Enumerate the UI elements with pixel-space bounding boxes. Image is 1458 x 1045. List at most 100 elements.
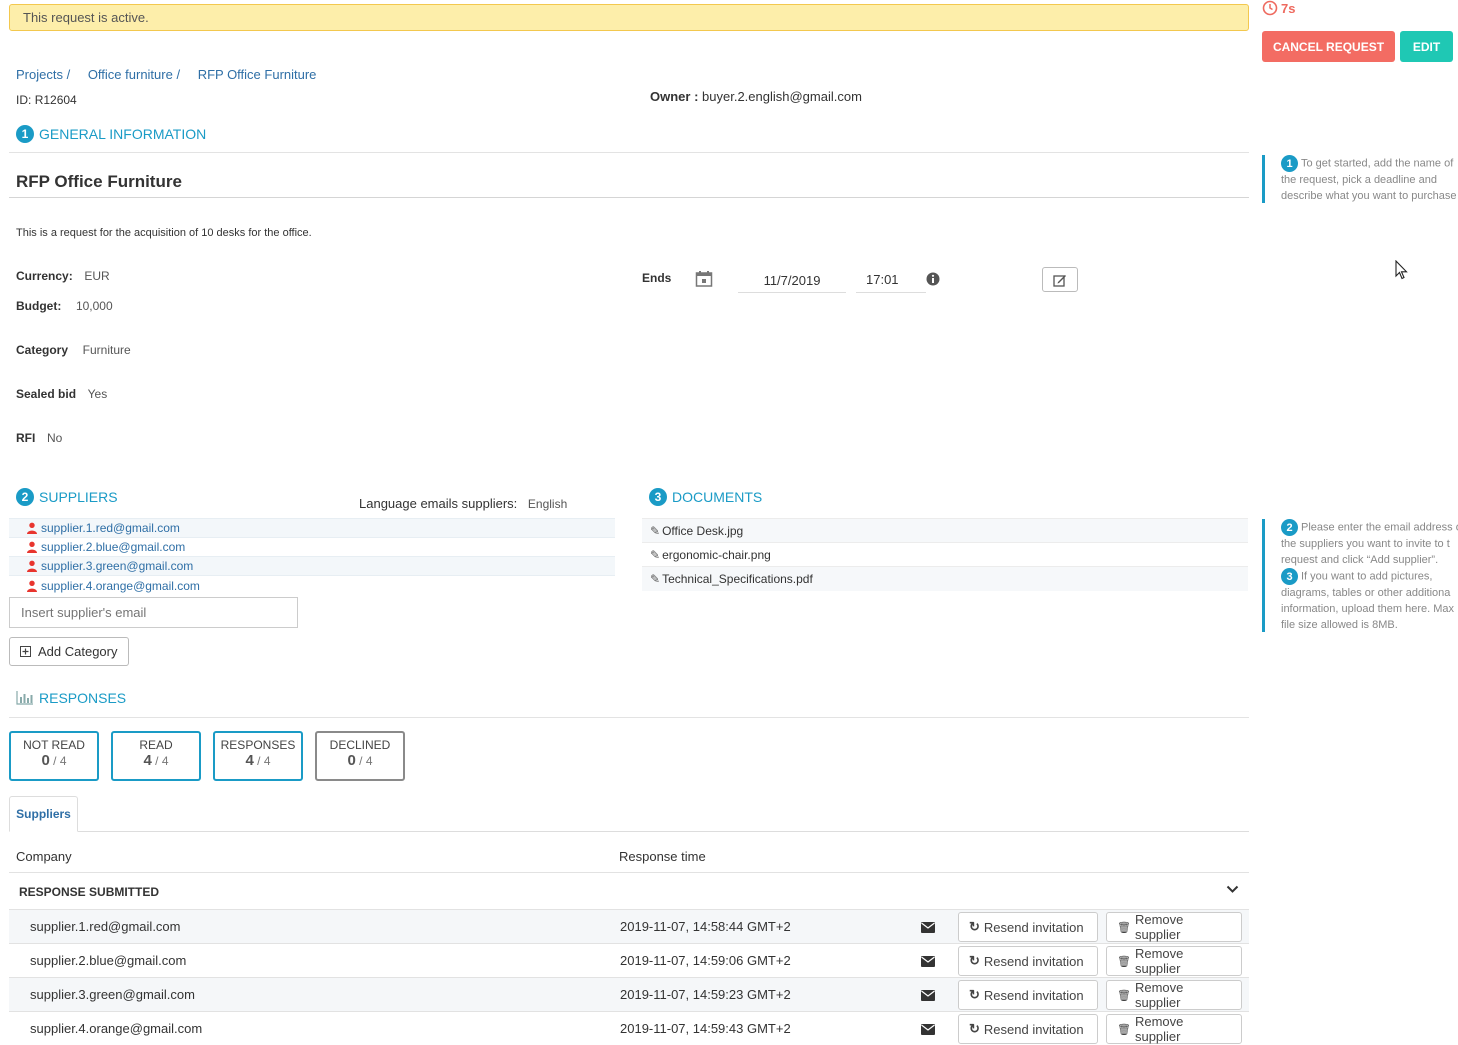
attachment-icon: ✎: [650, 572, 661, 586]
resend-label: Resend invitation: [983, 1021, 1084, 1037]
refresh-icon: ↻: [969, 919, 980, 934]
stat-value: 4: [143, 752, 152, 769]
resend-invitation-button[interactable]: ↻ Resend invitation: [958, 912, 1098, 942]
category-label: Category: [16, 343, 69, 357]
row-response-time: 2019-11-07, 14:59:43 GMT+2: [620, 1021, 791, 1036]
tip-text: To get started, add the name of: [1301, 157, 1454, 170]
supplier-list-item[interactable]: supplier.3.green@gmail.com: [9, 557, 615, 576]
trash-icon: 🗑: [1117, 955, 1131, 968]
info-icon[interactable]: [926, 272, 940, 289]
documents-heading: 3 DOCUMENTS: [649, 488, 762, 506]
document-name[interactable]: ergonomic-chair.png: [662, 548, 771, 562]
calendar-icon[interactable]: [695, 270, 713, 291]
envelope-icon[interactable]: [921, 922, 935, 933]
end-date-input[interactable]: [738, 268, 846, 293]
suppliers-heading-text: SUPPLIERS: [39, 489, 118, 505]
stat-value: 0: [347, 752, 356, 769]
remove-label: Remove supplier: [1134, 980, 1184, 1010]
end-time-input[interactable]: [856, 266, 926, 293]
document-name[interactable]: Office Desk.jpg: [662, 524, 743, 538]
envelope-icon[interactable]: [921, 956, 935, 967]
user-icon: [27, 580, 37, 592]
currency-row: Currency: EUR: [16, 268, 110, 283]
tip-text: If you want to add pictures,: [1301, 570, 1433, 583]
supplier-email[interactable]: supplier.3.green@gmail.com: [41, 559, 193, 573]
sealed-bid-value: Yes: [87, 387, 108, 401]
edit-icon: [1053, 274, 1066, 287]
breadcrumb-rfp[interactable]: RFP Office Furniture: [198, 67, 317, 82]
add-category-button[interactable]: Add Category: [9, 637, 129, 666]
ends-label: Ends: [642, 271, 672, 285]
email-language: Language emails suppliers: English: [359, 496, 567, 511]
edit-date-button[interactable]: [1042, 267, 1078, 292]
supplier-email[interactable]: supplier.1.red@gmail.com: [41, 521, 180, 535]
envelope-icon[interactable]: [921, 990, 935, 1001]
supplier-email[interactable]: supplier.4.orange@gmail.com: [41, 579, 200, 593]
currency-label: Currency:: [16, 269, 73, 283]
row-company: supplier.3.green@gmail.com: [30, 987, 195, 1002]
sealed-bid-label: Sealed bid: [16, 387, 77, 401]
attachment-icon: ✎: [650, 523, 661, 538]
envelope-icon[interactable]: [921, 1024, 935, 1035]
cancel-request-button[interactable]: CANCEL REQUEST: [1262, 31, 1395, 62]
breadcrumb-office-furniture[interactable]: Office furniture /: [88, 67, 180, 82]
tab-suppliers[interactable]: Suppliers: [9, 796, 78, 832]
trash-icon: 🗑: [1117, 1023, 1131, 1036]
breadcrumb-projects[interactable]: Projects /: [16, 67, 70, 82]
responses-heading-text: RESPONSES: [39, 690, 127, 706]
refresh-icon: ↻: [969, 1021, 980, 1036]
table-row: supplier.1.red@gmail.com 2019-11-07, 14:…: [9, 909, 1249, 943]
divider: [9, 197, 1249, 198]
stat-responses[interactable]: RESPONSES 4 / 4: [213, 731, 303, 781]
countdown-timer: 7s: [1262, 0, 1295, 16]
stat-declined[interactable]: DECLINED 0 / 4: [315, 731, 405, 781]
tip-text: file size allowed is 8MB.: [1281, 619, 1398, 631]
stat-read[interactable]: READ 4 / 4: [111, 731, 201, 781]
supplier-list-item[interactable]: supplier.2.blue@gmail.com: [9, 538, 615, 557]
remove-supplier-button[interactable]: 🗑 Remove supplier: [1106, 912, 1242, 942]
row-company: supplier.4.orange@gmail.com: [30, 1021, 203, 1036]
owner: Owner : buyer.2.english@gmail.com: [650, 89, 862, 104]
remove-supplier-button[interactable]: 🗑 Remove supplier: [1106, 1014, 1242, 1044]
table-row: supplier.4.orange@gmail.com 2019-11-07, …: [9, 1011, 1249, 1045]
remove-label: Remove supplier: [1134, 1014, 1184, 1044]
documents-heading-text: DOCUMENTS: [672, 489, 763, 505]
group-header[interactable]: RESPONSE SUBMITTED: [9, 872, 1249, 910]
supplier-email-input[interactable]: [9, 597, 298, 628]
remove-supplier-button[interactable]: 🗑 Remove supplier: [1106, 946, 1242, 976]
resend-invitation-button[interactable]: ↻ Resend invitation: [958, 946, 1098, 976]
tip-text: the suppliers you want to invite to t: [1281, 538, 1450, 550]
edit-button[interactable]: EDIT: [1400, 31, 1453, 62]
supplier-list-item[interactable]: supplier.1.red@gmail.com: [9, 519, 615, 538]
general-info-heading-text: GENERAL INFORMATION: [39, 126, 207, 142]
stat-value: 0: [41, 752, 50, 769]
document-list-item[interactable]: ✎ Technical_Specifications.pdf: [642, 567, 1248, 591]
resend-label: Resend invitation: [983, 919, 1084, 935]
user-icon: [27, 560, 37, 572]
chevron-down-icon[interactable]: [1226, 885, 1239, 894]
column-header-response-time: Response time: [619, 849, 706, 864]
row-response-time: 2019-11-07, 14:59:23 GMT+2: [620, 987, 791, 1002]
document-list-item[interactable]: ✎ ergonomic-chair.png: [642, 543, 1248, 567]
table-row: supplier.3.green@gmail.com 2019-11-07, 1…: [9, 977, 1249, 1011]
request-title: RFP Office Furniture: [16, 172, 182, 191]
resend-invitation-button[interactable]: ↻ Resend invitation: [958, 1014, 1098, 1044]
group-label: RESPONSE SUBMITTED: [19, 884, 160, 899]
supplier-list-item[interactable]: supplier.4.orange@gmail.com: [9, 576, 615, 595]
resend-invitation-button[interactable]: ↻ Resend invitation: [958, 980, 1098, 1010]
document-name[interactable]: Technical_Specifications.pdf: [662, 572, 813, 586]
bar-chart-icon: [16, 691, 33, 705]
sealed-bid-row: Sealed bid Yes: [16, 386, 107, 401]
suppliers-heading: 2 SUPPLIERS: [16, 488, 118, 506]
request-id-label: ID:: [16, 93, 32, 107]
stat-not-read[interactable]: NOT READ 0 / 4: [9, 731, 99, 781]
remove-supplier-button[interactable]: 🗑 Remove supplier: [1106, 980, 1242, 1010]
currency-value: EUR: [84, 269, 110, 283]
status-banner: This request is active.: [9, 4, 1249, 31]
tip-text: information, upload them here. Max: [1281, 603, 1455, 615]
document-list-item[interactable]: ✎ Office Desk.jpg: [642, 519, 1248, 543]
request-id-value: R12604: [34, 93, 77, 107]
table-row: supplier.2.blue@gmail.com 2019-11-07, 14…: [9, 943, 1249, 977]
supplier-email[interactable]: supplier.2.blue@gmail.com: [41, 540, 185, 554]
document-list: ✎ Office Desk.jpg ✎ ergonomic-chair.png …: [642, 518, 1248, 591]
